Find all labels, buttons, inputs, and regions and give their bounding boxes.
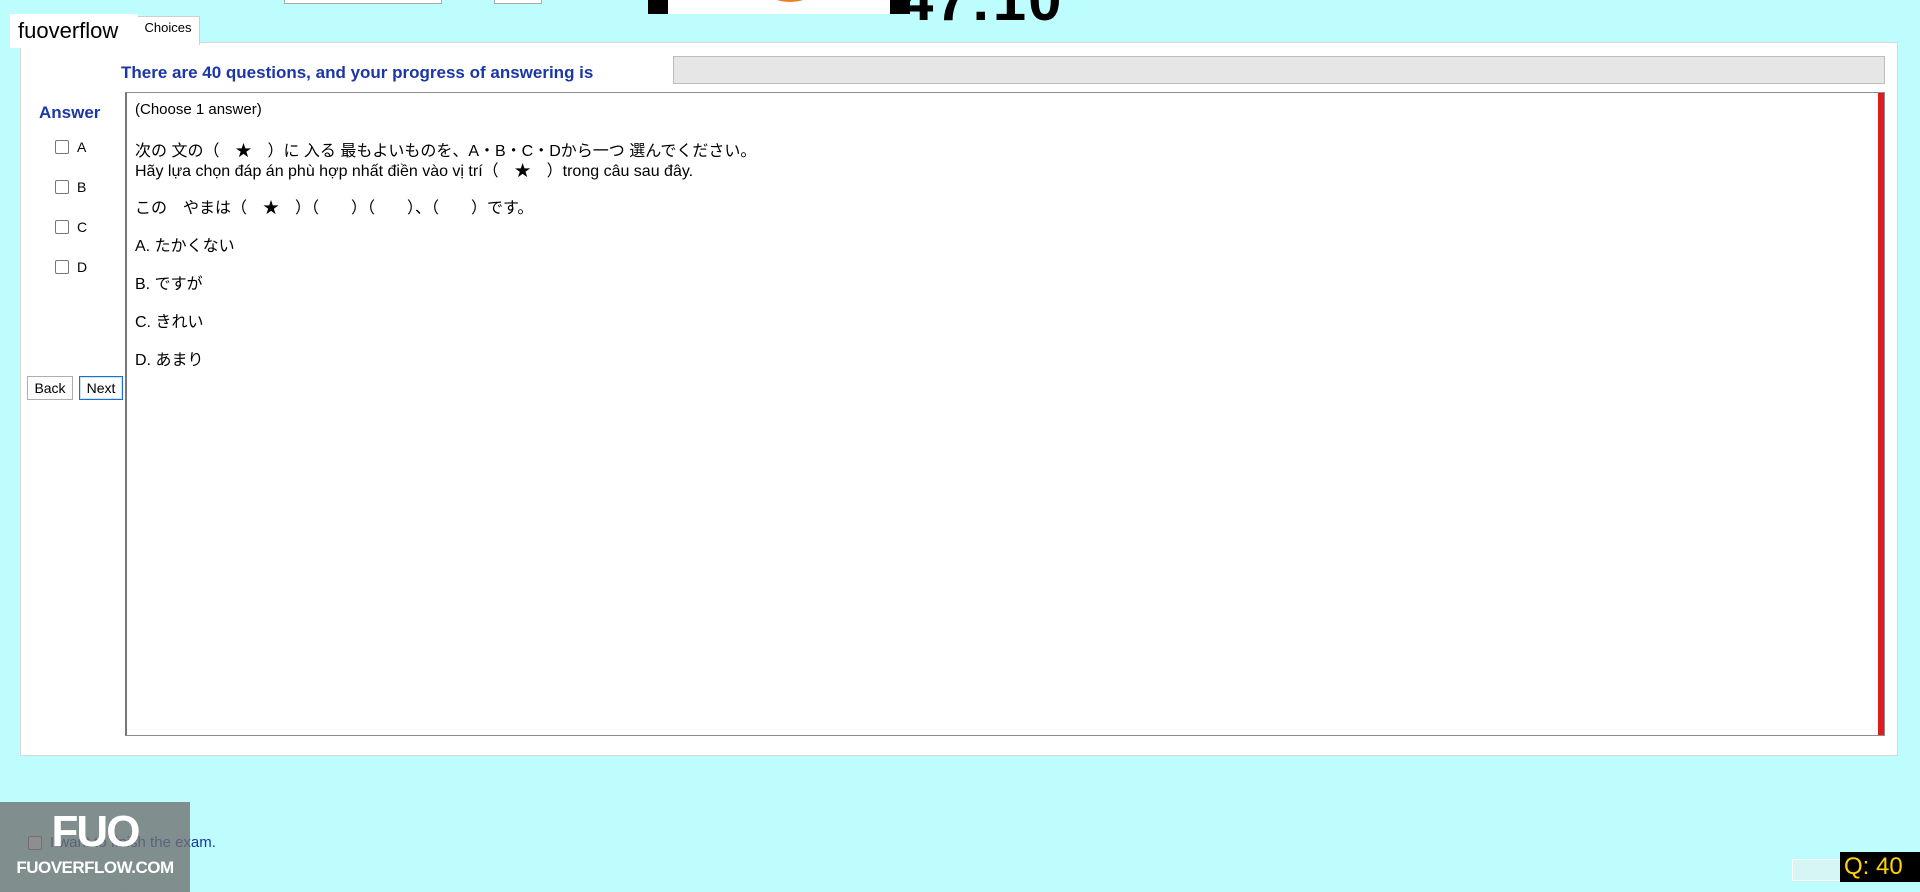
top-input[interactable] — [284, 0, 442, 4]
option-label: A — [77, 139, 87, 155]
exam-panel: There are 40 questions, and your progres… — [20, 42, 1898, 756]
answer-option-a[interactable]: A — [55, 139, 86, 155]
question-counter: Q: 40 — [1840, 852, 1920, 882]
choice-a-text: A. たかくない — [135, 238, 235, 255]
question-jump-input[interactable] — [1792, 859, 1842, 881]
brand-label: fuoverflow — [10, 14, 138, 48]
question-area: (Choose 1 answer) 次の 文の（ ★ ）に 入る 最もよいものを… — [125, 92, 1885, 736]
checkbox[interactable] — [55, 140, 69, 154]
option-label: B — [77, 179, 87, 195]
question-prompt-vi: Hãy lựa chọn đáp án phù hợp nhất điền và… — [135, 163, 694, 180]
watermark-site: FUOVERFLOW.COM — [16, 858, 174, 877]
watermark-logo: FUO — [51, 807, 141, 856]
answer-option-d[interactable]: D — [55, 259, 87, 275]
red-indicator-bar — [1878, 93, 1884, 735]
question-instruction: (Choose 1 answer) — [135, 101, 262, 118]
question-sentence: この やまは（ ★ ）（ ）（ ）、（ ）です。 — [135, 200, 534, 217]
timer-logo-box — [648, 0, 910, 14]
choice-d-text: D. あまり — [135, 352, 204, 369]
option-label: C — [77, 219, 88, 235]
timer-display: 47:10 — [900, 0, 1063, 30]
watermark: FUO FUOVERFLOW.COM — [0, 802, 190, 892]
progress-bar — [673, 56, 1885, 84]
answer-option-c[interactable]: C — [55, 219, 87, 235]
checkbox[interactable] — [55, 260, 69, 274]
checkbox[interactable] — [55, 220, 69, 234]
logo-icon — [760, 0, 820, 2]
checkbox[interactable] — [55, 180, 69, 194]
next-button[interactable]: Next — [79, 376, 123, 400]
top-input-small[interactable] — [494, 0, 542, 4]
answer-title: Answer — [39, 103, 101, 122]
back-button[interactable]: Back — [27, 376, 73, 400]
option-label: D — [77, 259, 88, 275]
choice-b-text: B. ですが — [135, 276, 203, 293]
answer-option-b[interactable]: B — [55, 179, 86, 195]
choice-c-text: C. きれい — [135, 314, 204, 331]
tab-choices[interactable]: Choices — [136, 16, 200, 45]
progress-label: There are 40 questions, and your progres… — [121, 63, 594, 82]
